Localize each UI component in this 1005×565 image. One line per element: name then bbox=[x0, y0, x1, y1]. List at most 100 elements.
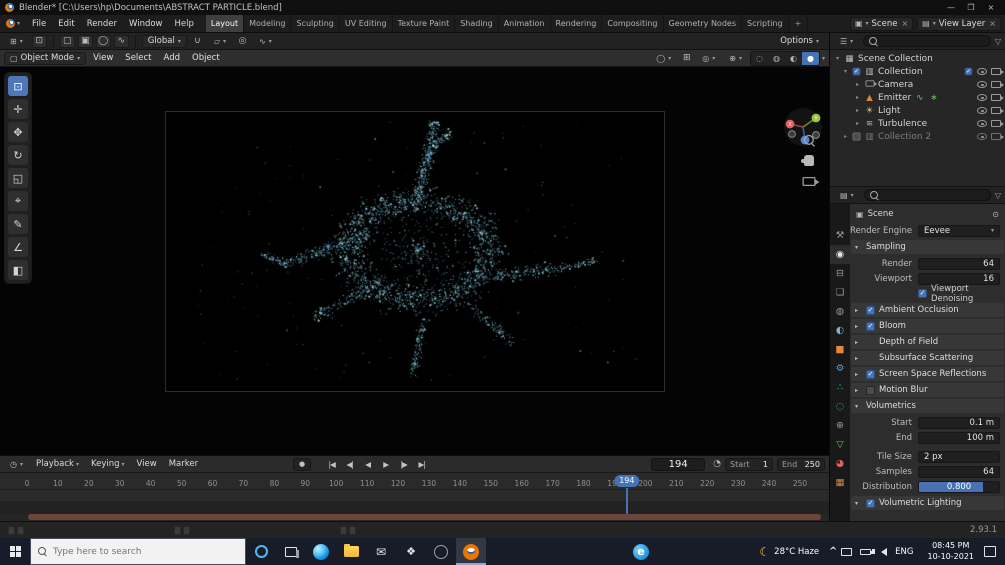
selectability-dropdown[interactable]: ◯ ▾ bbox=[650, 52, 677, 65]
bloom-panel[interactable]: ▸ Bloom bbox=[851, 319, 1004, 333]
expand-icon[interactable]: ▸ bbox=[854, 107, 861, 114]
volumetrics-samples-field[interactable]: 64 bbox=[918, 465, 1000, 478]
volumetric-lighting-panel[interactable]: ▾ Volumetric Lighting bbox=[851, 496, 1004, 510]
add-workspace-button[interactable]: + bbox=[789, 15, 809, 32]
zoom-button[interactable] bbox=[800, 131, 818, 149]
active-tool-icon[interactable]: ⊡ bbox=[31, 34, 47, 48]
expand-icon[interactable]: ▸ bbox=[854, 120, 861, 127]
next-keyframe-button[interactable]: |▶ bbox=[395, 458, 412, 471]
tab-object-data[interactable]: ▽ bbox=[830, 435, 850, 454]
tray-battery-icon[interactable] bbox=[852, 548, 873, 555]
render-camera-icon[interactable] bbox=[991, 120, 1004, 127]
app-edge-legacy[interactable]: e bbox=[626, 538, 656, 565]
start-fr ame-field[interactable]: Start 1 bbox=[725, 457, 773, 471]
workspace-tab-sculpting[interactable]: Sculpting bbox=[291, 15, 340, 32]
playhead[interactable] bbox=[625, 488, 628, 514]
viewport-menu-view[interactable]: View bbox=[88, 53, 118, 63]
app-file-explorer[interactable] bbox=[336, 538, 366, 565]
expand-icon[interactable]: ▾ bbox=[834, 55, 841, 62]
workspace-tab-uv-editing[interactable]: UV Editing bbox=[340, 15, 393, 32]
weather-widget[interactable]: ☾ 28°C Haze bbox=[753, 545, 825, 559]
scene-selector[interactable]: ▣ ▾ Scene × bbox=[849, 16, 914, 31]
current-frame-badge[interactable]: 194 bbox=[614, 475, 640, 487]
render-camera-icon[interactable] bbox=[991, 81, 1004, 88]
view-layer-selector[interactable]: ▤ ▾ View Layer × bbox=[917, 16, 1001, 31]
tray-display-icon[interactable] bbox=[841, 547, 853, 556]
tab-texture[interactable]: ▦ bbox=[830, 473, 850, 492]
render-engine-dropdown[interactable]: Eevee ▾ bbox=[918, 224, 1000, 237]
outliner-row-emitter[interactable]: ▸ ▲ Emitter ∿ ∗ bbox=[830, 91, 1005, 104]
visibility-eye-icon[interactable] bbox=[977, 94, 987, 101]
outliner-row-collection-2[interactable]: ▸ ▥ Collection 2 bbox=[830, 130, 1005, 143]
render-camera-icon[interactable] bbox=[991, 68, 1004, 75]
tool-annotate[interactable]: ✎ bbox=[8, 214, 28, 234]
snap-magnet-button[interactable]: ∪ bbox=[190, 35, 205, 48]
workspace-tab-geometry-nodes[interactable]: Geometry Nodes bbox=[664, 15, 742, 32]
select-mode-lasso-button[interactable]: ∿ bbox=[113, 34, 129, 48]
select-mode-circle-button[interactable]: ◯ bbox=[95, 34, 111, 48]
transform-orientation-dropdown[interactable]: Global ▾ bbox=[141, 34, 187, 48]
menu-item-edit[interactable]: Edit bbox=[52, 19, 80, 29]
pan-button[interactable] bbox=[800, 151, 818, 169]
tab-particles[interactable]: ∴ bbox=[830, 378, 850, 397]
editor-type-button[interactable]: ⊞ ▾ bbox=[4, 35, 29, 48]
app-circle[interactable] bbox=[426, 538, 456, 565]
tab-world[interactable]: ◐ bbox=[830, 321, 850, 340]
gizmos-dropdown[interactable]: ⊕ ▾ bbox=[723, 52, 748, 65]
workspace-tab-texture-paint[interactable]: Texture Paint bbox=[393, 15, 456, 32]
jump-to-end-button[interactable]: ▶| bbox=[413, 458, 430, 471]
shading-wireframe-button[interactable]: ◌ bbox=[751, 52, 768, 65]
tool-add-cube[interactable]: ◧ bbox=[8, 260, 28, 280]
menu-item-render[interactable]: Render bbox=[81, 19, 123, 29]
workspace-tab-rendering[interactable]: Rendering bbox=[551, 15, 603, 32]
notification-center-button[interactable] bbox=[980, 546, 1005, 557]
outliner-row-turbulence[interactable]: ▸ ≋ Turbulence bbox=[830, 117, 1005, 130]
outliner-row-scene-collection[interactable]: ▾ ▦ Scene Collection bbox=[830, 52, 1005, 65]
pin-icon[interactable]: ⊙ bbox=[992, 210, 999, 219]
render-camera-icon[interactable] bbox=[991, 107, 1004, 114]
play-reverse-button[interactable]: ◀ bbox=[359, 458, 376, 471]
visibility-eye-icon[interactable] bbox=[977, 133, 987, 140]
current-frame-field[interactable]: 194 bbox=[651, 457, 706, 471]
window-maximize-button[interactable]: ❐ bbox=[962, 1, 980, 14]
simulation-cache-strip[interactable] bbox=[28, 514, 821, 520]
select-mode-box-button[interactable]: ▣ bbox=[77, 34, 93, 48]
distribution-slider[interactable]: 0.800 bbox=[918, 480, 1000, 493]
menu-item-file[interactable]: File bbox=[26, 19, 52, 29]
panel-checkbox[interactable] bbox=[866, 321, 875, 331]
timeline-menu-playback[interactable]: Playback ▾ bbox=[31, 459, 84, 469]
volumetrics-section-header[interactable]: ▾ Volumetrics bbox=[851, 399, 1004, 413]
tool-rotate[interactable]: ↻ bbox=[8, 145, 28, 165]
tool-select-box[interactable]: ⊡ bbox=[8, 76, 28, 96]
expand-icon[interactable]: ▸ bbox=[854, 94, 861, 101]
tab-output[interactable]: ⊟ bbox=[830, 264, 850, 283]
language-label[interactable]: ENG bbox=[887, 547, 921, 557]
workspace-tab-shading[interactable]: Shading bbox=[455, 15, 499, 32]
search-input[interactable] bbox=[53, 546, 213, 557]
blender-menu-button[interactable]: ▾ bbox=[0, 19, 26, 28]
viewport-denoising-checkbox[interactable] bbox=[918, 289, 927, 298]
tab-constraints[interactable]: ⊕ bbox=[830, 416, 850, 435]
scene-unlink-button[interactable]: × bbox=[900, 19, 908, 28]
preview-range-toggle[interactable]: ◔ bbox=[713, 459, 721, 469]
collection-checkbox[interactable] bbox=[852, 132, 861, 141]
sampling-render-field[interactable]: 64 bbox=[918, 257, 1000, 270]
collection-checkbox[interactable] bbox=[852, 67, 861, 76]
visibility-eye-icon[interactable] bbox=[977, 120, 987, 127]
volumetric-lighting-checkbox[interactable] bbox=[866, 498, 875, 508]
exclude-checkbox[interactable] bbox=[964, 67, 973, 76]
app-edge[interactable] bbox=[306, 538, 336, 565]
timeline-ruler[interactable]: 0 10 20 30 40 50 60 70 80 90 100 110 120 130 140 150 160… bbox=[0, 473, 829, 490]
menu-item-window[interactable]: Window bbox=[123, 19, 169, 29]
ambient-occlusion-panel[interactable]: ▸ Ambient Occlusion bbox=[851, 303, 1004, 317]
viewport-menu-select[interactable]: Select bbox=[120, 53, 156, 63]
app-mail[interactable]: ✉ bbox=[366, 538, 396, 565]
subsurface-scattering-panel[interactable]: ▸ Subsurface Scattering bbox=[851, 351, 1004, 365]
tool-cursor[interactable]: ✛ bbox=[8, 99, 28, 119]
timeline-menu-keying[interactable]: Keying ▾ bbox=[86, 459, 130, 469]
panel-checkbox[interactable] bbox=[866, 385, 875, 395]
auto-keying-record-button[interactable]: ● bbox=[293, 457, 312, 471]
proportional-edit-button[interactable]: ◎ bbox=[235, 35, 250, 48]
volumetrics-start-field[interactable]: 0.1 m bbox=[918, 416, 1000, 429]
timeline-menu-marker[interactable]: Marker bbox=[164, 459, 203, 469]
